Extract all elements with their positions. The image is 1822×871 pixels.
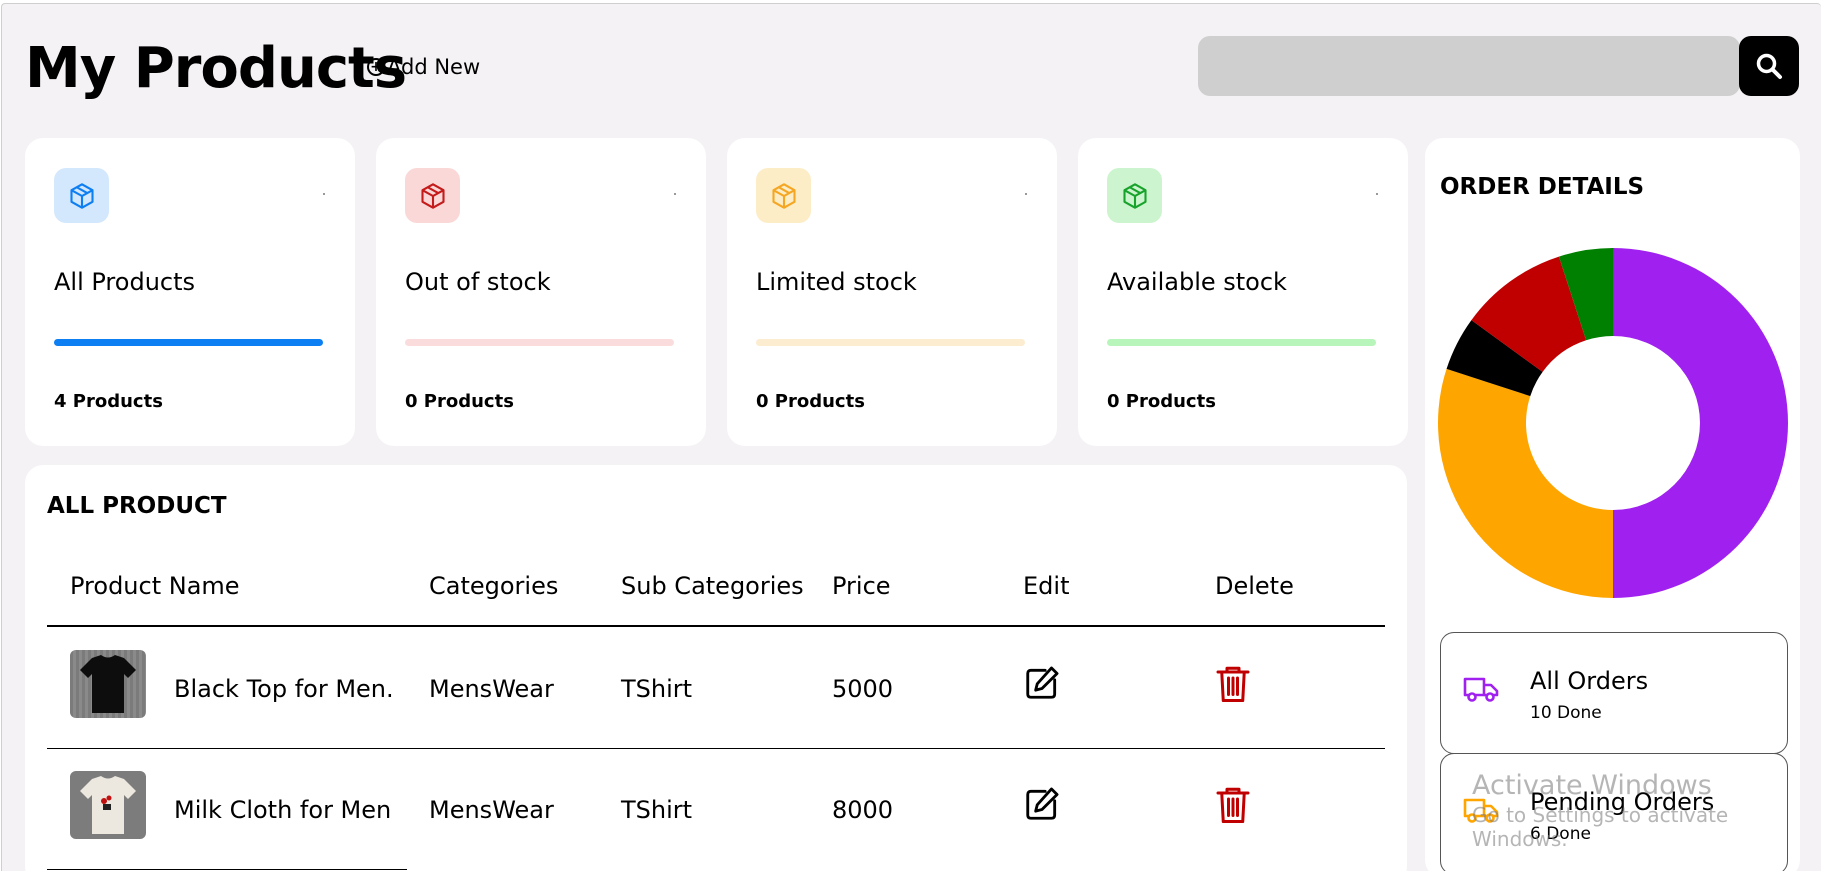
plus-circle-icon: + xyxy=(367,58,385,76)
edit-icon[interactable] xyxy=(1023,664,1061,702)
card-progress-bar xyxy=(1107,339,1376,346)
order-card-pending-orders[interactable]: Pending Orders 6 Done xyxy=(1440,753,1788,871)
card-title: All Products xyxy=(54,268,196,296)
add-new-button[interactable]: + Add New xyxy=(367,55,480,79)
product-thumbnail xyxy=(70,771,146,839)
product-category: MensWear xyxy=(429,675,554,703)
product-thumbnail xyxy=(70,650,146,718)
panel-heading: ALL PRODUCT xyxy=(47,493,227,519)
trash-icon[interactable] xyxy=(1215,785,1251,825)
search-button[interactable] xyxy=(1739,36,1799,96)
card-title: Available stock xyxy=(1107,268,1287,296)
column-header-sub-categories: Sub Categories xyxy=(621,572,804,600)
truck-icon xyxy=(1463,798,1499,823)
header-divider xyxy=(47,625,1385,627)
card-title: Out of stock xyxy=(405,268,551,296)
search-icon xyxy=(1756,53,1782,79)
trash-icon[interactable] xyxy=(1215,664,1251,704)
card-progress-bar xyxy=(54,339,323,346)
order-heading: ORDER DETAILS xyxy=(1440,174,1645,200)
box-icon xyxy=(1107,168,1162,223)
card-count: 0 Products xyxy=(1107,391,1216,412)
column-header-price: Price xyxy=(832,572,891,600)
donut-slice-1 xyxy=(1438,368,1613,598)
card-count: 0 Products xyxy=(405,391,514,412)
row-divider xyxy=(47,748,1385,749)
stat-card-available-stock[interactable]: Available stock 0 Products xyxy=(1078,138,1408,446)
card-menu-dot[interactable] xyxy=(323,193,325,195)
order-card-subtitle: 10 Done xyxy=(1530,703,1602,723)
stat-card-out-of-stock[interactable]: Out of stock 0 Products xyxy=(376,138,706,446)
order-details-panel: ORDER DETAILS All Orders 10 Done Pending… xyxy=(1425,138,1800,871)
stat-card-all-products[interactable]: All Products 4 Products xyxy=(25,138,355,446)
card-title: Limited stock xyxy=(756,268,917,296)
edit-icon[interactable] xyxy=(1023,785,1061,823)
white-tshirt-icon xyxy=(70,771,146,839)
product-table-panel: ALL PRODUCT Product Name Categories Sub … xyxy=(25,465,1407,871)
order-card-subtitle: 6 Done xyxy=(1530,824,1591,844)
box-icon xyxy=(54,168,109,223)
box-icon xyxy=(405,168,460,223)
page-title: My Products xyxy=(25,36,407,101)
box-icon xyxy=(756,168,811,223)
column-header-categories: Categories xyxy=(429,572,559,600)
donut-slice-0 xyxy=(1613,248,1788,598)
product-sub-category: TShirt xyxy=(621,675,693,703)
card-progress-bar xyxy=(405,339,674,346)
card-menu-dot[interactable] xyxy=(1025,193,1027,195)
column-header-edit: Edit xyxy=(1023,572,1070,600)
product-price: 5000 xyxy=(832,675,894,703)
card-count: 4 Products xyxy=(54,391,163,412)
order-card-all-orders[interactable]: All Orders 10 Done xyxy=(1440,632,1788,754)
product-price: 8000 xyxy=(832,796,894,824)
card-count: 0 Products xyxy=(756,391,865,412)
column-header-product-name: Product Name xyxy=(70,572,240,600)
product-sub-category: TShirt xyxy=(621,796,693,824)
stat-card-limited-stock[interactable]: Limited stock 0 Products xyxy=(727,138,1057,446)
order-card-title: Pending Orders xyxy=(1530,788,1715,816)
truck-icon xyxy=(1463,677,1499,702)
search-input[interactable] xyxy=(1198,36,1740,96)
column-header-delete: Delete xyxy=(1215,572,1294,600)
order-donut-chart xyxy=(1438,248,1788,598)
black-tshirt-icon xyxy=(70,650,146,718)
card-progress-bar xyxy=(756,339,1025,346)
add-new-label: Add New xyxy=(387,55,481,79)
product-name: Milk Cloth for Men xyxy=(174,796,392,824)
card-menu-dot[interactable] xyxy=(674,193,676,195)
row-divider xyxy=(47,869,407,870)
order-card-title: All Orders xyxy=(1530,667,1649,695)
card-menu-dot[interactable] xyxy=(1376,193,1378,195)
product-name: Black Top for Men. xyxy=(174,675,394,703)
product-category: MensWear xyxy=(429,796,554,824)
